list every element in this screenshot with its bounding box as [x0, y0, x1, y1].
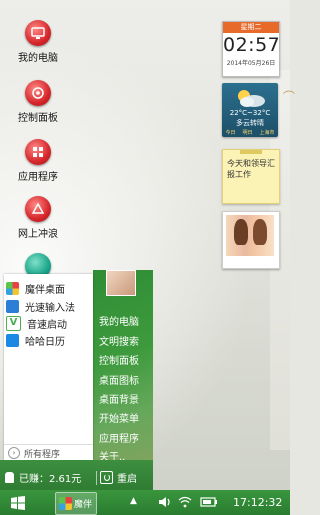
start-link-desktop-background[interactable]: 桌面背景	[99, 391, 139, 406]
desktop-icon-label: 控制面板	[18, 113, 58, 124]
computer-icon	[25, 20, 51, 46]
footer-divider	[96, 471, 97, 485]
control-panel-icon	[25, 80, 51, 106]
weather-day-tomorrow: 明日	[242, 130, 253, 136]
taskbar-item-label: 魔伴	[74, 500, 93, 510]
restart-button[interactable]: 重启	[100, 470, 137, 485]
start-link-control-panel[interactable]: 控制面板	[99, 352, 139, 367]
weather-widget[interactable]: 22°C~32°C 多云转晴 今日 明日 上海市	[222, 83, 278, 137]
start-app-input-method[interactable]: 光速输入法	[6, 298, 75, 314]
start-app-label: 哈哈日历	[25, 336, 65, 348]
arrow-right-icon: ›	[8, 447, 20, 459]
wallpaper-glyph: ⌒	[283, 90, 296, 104]
clock-widget[interactable]: 星期二 02:57 2014年05月26日	[222, 21, 280, 77]
start-app-label: 音速启动	[27, 319, 67, 331]
windows-start-icon[interactable]	[10, 495, 26, 511]
weather-temp: 22°C~32°C	[229, 109, 271, 117]
battery-icon[interactable]	[200, 496, 218, 508]
desktop-icon-apps[interactable]: 应用程序	[8, 139, 68, 183]
start-app-launcher[interactable]: V 音速启动	[6, 315, 67, 331]
earned-status: 已赚：2.61元	[5, 470, 81, 485]
all-programs-button[interactable]: › 所有程序	[4, 444, 93, 461]
taskbar: 魔伴 ▲ 17:12:32	[0, 490, 290, 515]
desktop-icon-browser[interactable]: 网上冲浪	[8, 196, 68, 240]
cloud-sun-icon	[238, 90, 265, 107]
clock-time: 02:57	[223, 34, 281, 56]
desktop-icon-label: 网上冲浪	[18, 229, 58, 240]
power-icon	[100, 471, 113, 484]
start-link-desktop-icons[interactable]: 桌面图标	[99, 372, 139, 387]
weather-condition: 多云转晴	[236, 119, 264, 127]
calendar-icon	[6, 333, 19, 347]
moban-app-icon	[59, 497, 72, 510]
weather-city: 上海市	[259, 130, 275, 136]
restart-label: 重启	[117, 474, 137, 485]
photo-image	[226, 215, 274, 256]
tray-expand-icon[interactable]: ▲	[130, 496, 137, 506]
start-app-mobanzhuomian[interactable]: 魔伴桌面	[6, 280, 65, 296]
start-link-apps[interactable]: 应用程序	[99, 430, 139, 445]
weather-day-today: 今日	[225, 130, 236, 136]
taskbar-clock[interactable]: 17:12:32	[233, 496, 282, 509]
clock-weekday: 星期二	[223, 22, 279, 33]
all-programs-label: 所有程序	[24, 449, 61, 460]
start-link-start-menu[interactable]: 开始菜单	[99, 410, 139, 425]
sticky-note-widget[interactable]: 今天和领导汇报工作	[222, 149, 280, 204]
wifi-icon[interactable]	[178, 496, 192, 508]
photo-widget[interactable]	[222, 211, 280, 269]
start-app-label: 光速输入法	[25, 302, 75, 314]
start-link-my-computer[interactable]: 我的电脑	[99, 313, 139, 328]
browser-icon	[25, 196, 51, 222]
start-link-search[interactable]: 文明搜索	[99, 333, 139, 348]
start-app-calendar[interactable]: 哈哈日历	[6, 332, 65, 348]
desktop-icon-control-panel[interactable]: 控制面板	[8, 80, 68, 124]
start-menu: 魔伴桌面 光速输入法 V 音速启动 哈哈日历 › 所有程序 我的电脑 文明搜索 …	[0, 270, 153, 490]
apps-icon	[25, 139, 51, 165]
note-text: 今天和领导汇报工作	[227, 159, 275, 179]
start-app-label: 魔伴桌面	[25, 284, 65, 296]
desktop-icon-my-computer[interactable]: 我的电脑	[8, 20, 68, 64]
launcher-icon: V	[6, 315, 21, 331]
mobanzhuomian-icon	[6, 281, 19, 295]
input-method-icon	[6, 299, 19, 313]
volume-icon[interactable]	[158, 496, 172, 508]
desktop-icon-label: 我的电脑	[18, 53, 58, 64]
clock-date: 2014年05月26日	[226, 60, 276, 67]
taskbar-item-moban[interactable]: 魔伴	[55, 492, 97, 515]
desktop-icon-label: 应用程序	[18, 172, 58, 183]
coin-icon	[5, 472, 14, 483]
avatar[interactable]	[106, 270, 136, 296]
earned-label: 已赚：2.61元	[19, 474, 82, 485]
